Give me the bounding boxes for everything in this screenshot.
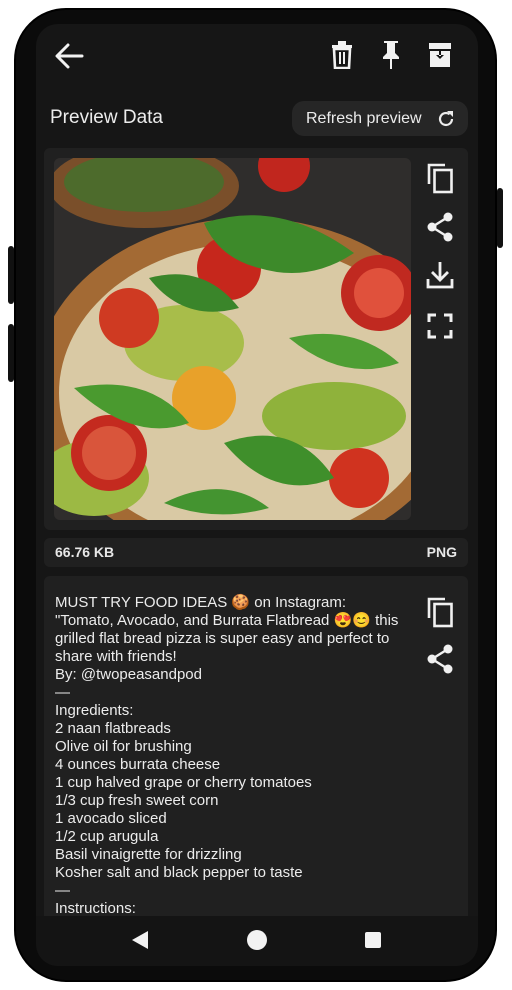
- back-arrow-icon[interactable]: [54, 43, 84, 69]
- download-icon[interactable]: [426, 260, 454, 290]
- back-triangle-icon[interactable]: [131, 930, 149, 950]
- archive-icon[interactable]: [428, 42, 452, 68]
- refresh-preview-button[interactable]: Refresh preview: [292, 101, 468, 136]
- side-button-power: [497, 188, 503, 248]
- refresh-preview-label: Refresh preview: [306, 110, 422, 127]
- flatbread-photo[interactable]: [54, 158, 411, 520]
- top-app-bar: [36, 24, 478, 88]
- pin-icon[interactable]: [381, 40, 401, 70]
- image-preview-card: [44, 148, 468, 530]
- description-copy-icon[interactable]: [425, 596, 455, 628]
- description-card: MUST TRY FOOD IDEAS 🍪 on Instagram: "Tom…: [44, 576, 468, 936]
- recents-square-icon[interactable]: [364, 931, 382, 949]
- page-title: Preview Data: [50, 107, 163, 128]
- home-circle-icon[interactable]: [246, 929, 268, 951]
- file-format: PNG: [426, 544, 457, 560]
- file-size: 66.76 KB: [55, 544, 115, 560]
- file-info-bar: 66.76 KB PNG: [44, 538, 468, 567]
- description-text[interactable]: MUST TRY FOOD IDEAS 🍪 on Instagram: "Tom…: [55, 594, 405, 918]
- share-icon[interactable]: [426, 212, 454, 242]
- refresh-icon: [438, 111, 454, 127]
- copy-icon[interactable]: [425, 162, 455, 194]
- system-nav-bar: [36, 916, 478, 966]
- app-screen: Preview Data Refresh preview 66.76 KB PN…: [36, 24, 478, 966]
- side-button-volume-up: [8, 246, 14, 304]
- fullscreen-icon[interactable]: [427, 313, 453, 339]
- flatbread-image: [54, 158, 411, 520]
- trash-icon[interactable]: [331, 41, 353, 69]
- side-button-volume-down: [8, 324, 14, 382]
- description-share-icon[interactable]: [426, 644, 454, 674]
